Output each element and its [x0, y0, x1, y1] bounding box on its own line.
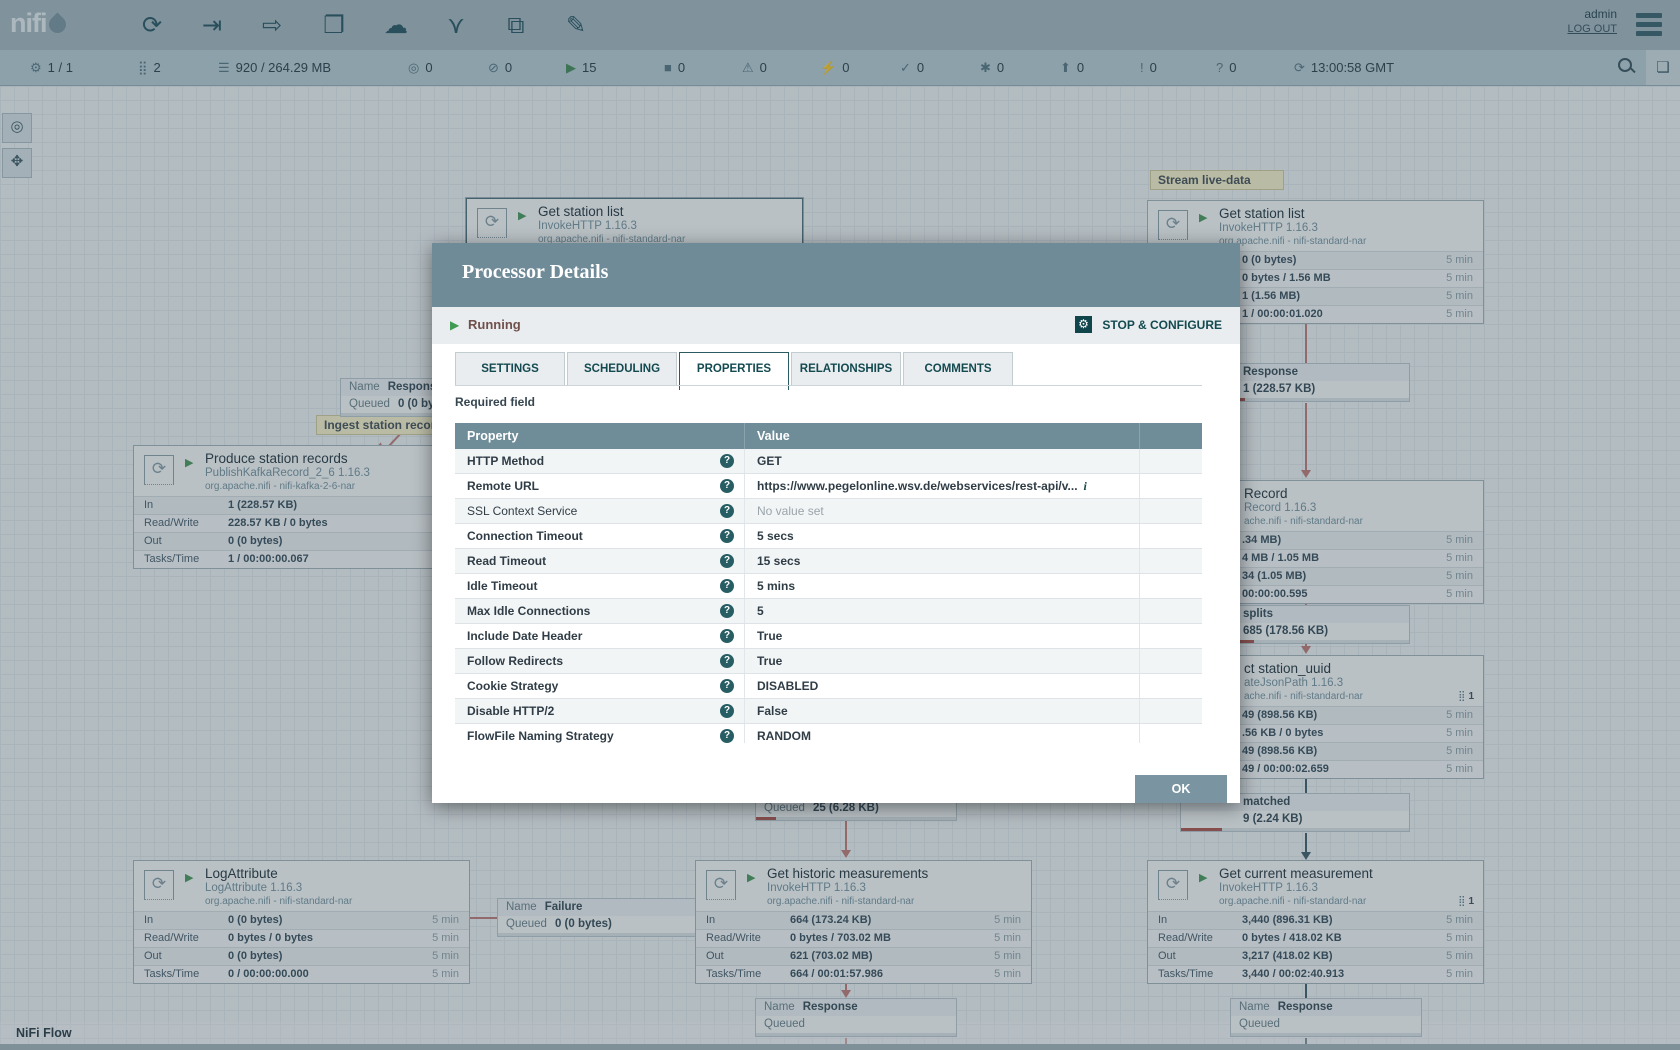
question-circle-icon[interactable]: ?: [720, 479, 734, 493]
question-circle-icon[interactable]: ?: [720, 554, 734, 568]
dialog-status-row: ▶ Running ⚙ STOP & CONFIGURE: [432, 307, 1240, 344]
question-circle-icon[interactable]: ?: [720, 454, 734, 468]
question-circle-icon[interactable]: ?: [720, 654, 734, 668]
nifi-app: nifi ⟳ ⇥ ⇨ ❐ ☁ ⋎ ⧉ ✎ admin LOG OUT ⚙1 / …: [0, 0, 1680, 1050]
property-row: Follow Redirects? True: [455, 649, 1202, 674]
properties-table: Property Value HTTP Method? GET Remote U…: [455, 423, 1202, 743]
tab-divider: [455, 385, 1202, 386]
question-circle-icon[interactable]: ?: [720, 504, 734, 518]
question-circle-icon[interactable]: ?: [720, 604, 734, 618]
property-row: Max Idle Connections? 5: [455, 599, 1202, 624]
properties-table-header: Property Value: [455, 423, 1202, 449]
property-row: Disable HTTP/2? False: [455, 699, 1202, 724]
property-row: HTTP Method? GET: [455, 449, 1202, 474]
question-circle-icon[interactable]: ?: [720, 679, 734, 693]
question-circle-icon[interactable]: ?: [720, 704, 734, 718]
ok-button[interactable]: OK: [1135, 775, 1227, 803]
tab-relationships[interactable]: RELATIONSHIPS: [791, 352, 901, 386]
property-row: SSL Context Service? No value set: [455, 499, 1202, 524]
tab-comments[interactable]: COMMENTS: [903, 352, 1013, 386]
property-row: Cookie Strategy? DISABLED: [455, 674, 1202, 699]
question-circle-icon[interactable]: ?: [720, 729, 734, 743]
property-row: Remote URL? https://www.pegelonline.wsv.…: [455, 474, 1202, 499]
question-circle-icon[interactable]: ?: [720, 629, 734, 643]
tab-settings[interactable]: SETTINGS: [455, 352, 565, 386]
tab-scheduling[interactable]: SCHEDULING: [567, 352, 677, 386]
property-row: FlowFile Naming Strategy? RANDOM: [455, 724, 1202, 743]
required-field-label: Required field: [455, 395, 535, 409]
processor-details-dialog: Processor Details ▶ Running ⚙ STOP & CON…: [432, 243, 1240, 803]
property-row: Read Timeout? 15 secs: [455, 549, 1202, 574]
dialog-tabs: SETTINGS SCHEDULING PROPERTIES RELATIONS…: [455, 352, 1015, 386]
question-circle-icon[interactable]: ?: [720, 579, 734, 593]
running-indicator-icon: ▶: [450, 318, 459, 332]
property-row: Connection Timeout? 5 secs: [455, 524, 1202, 549]
property-row: Idle Timeout? 5 mins: [455, 574, 1202, 599]
run-status-text: Running: [468, 317, 521, 332]
stop-and-configure-button[interactable]: ⚙ STOP & CONFIGURE: [1075, 316, 1222, 336]
dialog-header: Processor Details: [432, 243, 1240, 307]
gear-icon: ⚙: [1075, 316, 1092, 333]
dialog-title: Processor Details: [462, 261, 608, 284]
question-circle-icon[interactable]: ?: [720, 529, 734, 543]
property-row: Include Date Header? True: [455, 624, 1202, 649]
info-icon[interactable]: i: [1084, 474, 1087, 498]
